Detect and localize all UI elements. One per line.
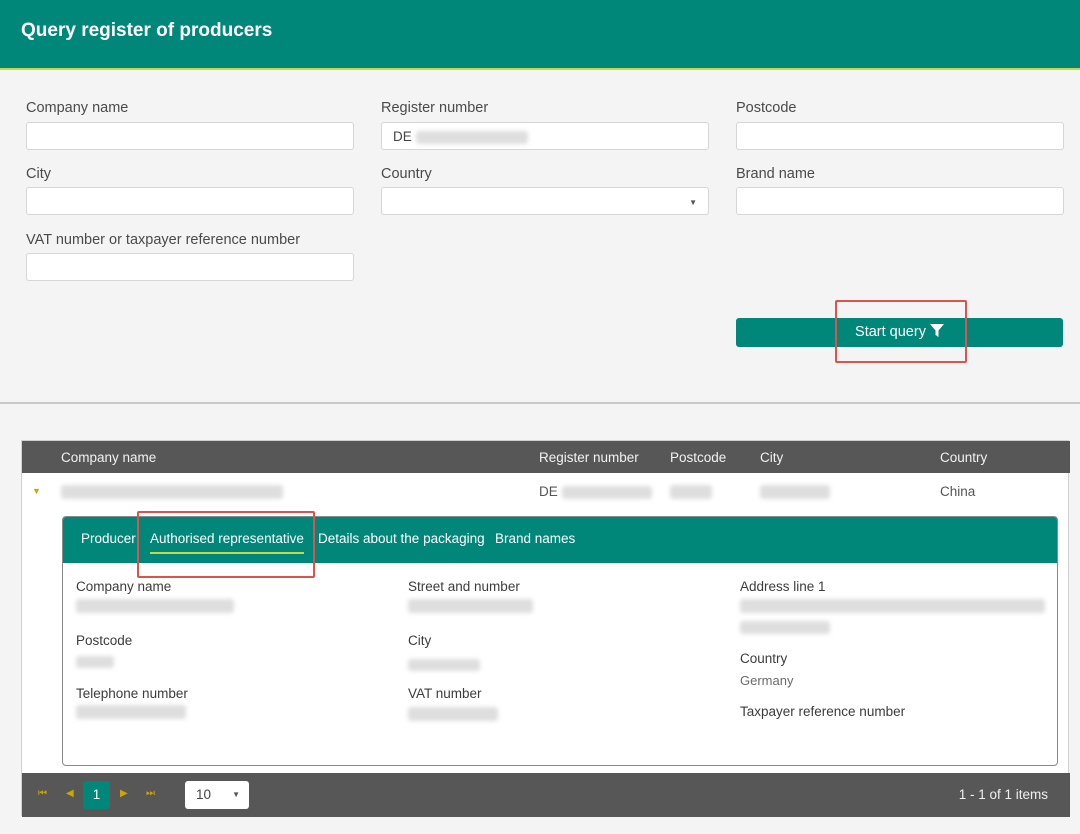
first-page-icon[interactable]: ⏮ bbox=[38, 788, 47, 799]
country-label: Country bbox=[381, 166, 432, 182]
column-header-company-name[interactable]: Company name bbox=[61, 450, 156, 465]
tab-packaging-details[interactable]: Details about the packaging bbox=[318, 531, 485, 546]
tab-brand-names[interactable]: Brand names bbox=[495, 531, 575, 546]
dropdown-arrow-icon: ▼ bbox=[689, 198, 697, 207]
dropdown-arrow-icon: ▼ bbox=[232, 790, 240, 799]
register-number-input[interactable]: DE bbox=[381, 122, 709, 150]
highlight-box-start-query bbox=[835, 300, 967, 363]
detail-country-label: Country bbox=[740, 651, 788, 666]
current-page-button[interactable]: 1 bbox=[83, 781, 110, 809]
detail-taxpayer-label: Taxpayer reference number bbox=[740, 704, 906, 719]
row-country: China bbox=[940, 484, 976, 499]
city-input[interactable] bbox=[26, 187, 354, 215]
redacted-postcode bbox=[76, 656, 114, 668]
column-header-register-number[interactable]: Register number bbox=[539, 450, 639, 465]
detail-city-label: City bbox=[408, 633, 432, 648]
company-name-input[interactable] bbox=[26, 122, 354, 150]
postcode-input[interactable] bbox=[736, 122, 1064, 150]
redacted-text bbox=[561, 485, 652, 499]
pager-info: 1 - 1 of 1 items bbox=[958, 787, 1048, 802]
company-name-label: Company name bbox=[26, 100, 129, 116]
detail-postcode-label: Postcode bbox=[76, 633, 133, 648]
column-header-city[interactable]: City bbox=[760, 450, 783, 465]
redacted-address-line1 bbox=[740, 599, 1045, 613]
results-grid: Company name Register number Postcode Ci… bbox=[21, 440, 1070, 817]
redacted-company-name bbox=[61, 485, 283, 499]
vat-label: VAT number or taxpayer reference number bbox=[26, 232, 301, 248]
page-size-select[interactable]: 10 ▼ bbox=[185, 781, 249, 809]
redacted-telephone bbox=[76, 705, 186, 719]
prev-page-icon[interactable]: ◀ bbox=[66, 788, 74, 799]
detail-street-label: Street and number bbox=[408, 579, 520, 594]
detail-address-line1-label: Address line 1 bbox=[740, 579, 826, 594]
postcode-label: Postcode bbox=[736, 100, 797, 116]
detail-country-value: Germany bbox=[740, 673, 794, 688]
expand-caret-icon[interactable]: ▼ bbox=[32, 486, 41, 496]
redacted-text bbox=[415, 130, 528, 144]
redacted-city bbox=[760, 485, 830, 499]
redacted-address-line1-cont bbox=[740, 621, 830, 634]
next-page-icon[interactable]: ▶ bbox=[120, 788, 128, 799]
detail-vat-label: VAT number bbox=[408, 686, 482, 701]
page-size-value: 10 bbox=[196, 787, 212, 802]
register-number-value: DE bbox=[393, 129, 412, 144]
redacted-company-name bbox=[76, 599, 234, 613]
brand-name-label: Brand name bbox=[736, 166, 815, 182]
section-divider bbox=[0, 402, 1080, 404]
page-title: Query register of producers bbox=[21, 20, 273, 41]
country-select[interactable]: ▼ bbox=[381, 187, 709, 215]
last-page-icon[interactable]: ⏭ bbox=[146, 788, 155, 799]
detail-company-name-label: Company name bbox=[76, 579, 172, 594]
redacted-vat bbox=[408, 707, 498, 721]
detail-telephone-label: Telephone number bbox=[76, 686, 188, 701]
brand-name-input[interactable] bbox=[736, 187, 1064, 215]
page-header: Query register of producers bbox=[0, 0, 1080, 70]
vat-input[interactable] bbox=[26, 253, 354, 281]
city-label: City bbox=[26, 166, 51, 182]
column-header-postcode[interactable]: Postcode bbox=[670, 450, 726, 465]
grid-header: Company name Register number Postcode Ci… bbox=[22, 441, 1070, 473]
tab-producer[interactable]: Producer bbox=[81, 531, 136, 546]
table-row[interactable]: ▼ DE China bbox=[22, 473, 1070, 511]
column-header-country[interactable]: Country bbox=[940, 450, 987, 465]
redacted-city bbox=[408, 659, 480, 671]
register-number-label: Register number bbox=[381, 100, 489, 116]
redacted-street bbox=[408, 599, 533, 613]
row-register-number: DE bbox=[539, 484, 652, 499]
pager: ⏮ ◀ 1 ▶ ⏭ 10 ▼ 1 - 1 of 1 items bbox=[22, 773, 1070, 817]
highlight-box-authorised-representative bbox=[137, 511, 315, 578]
redacted-postcode bbox=[670, 485, 712, 499]
